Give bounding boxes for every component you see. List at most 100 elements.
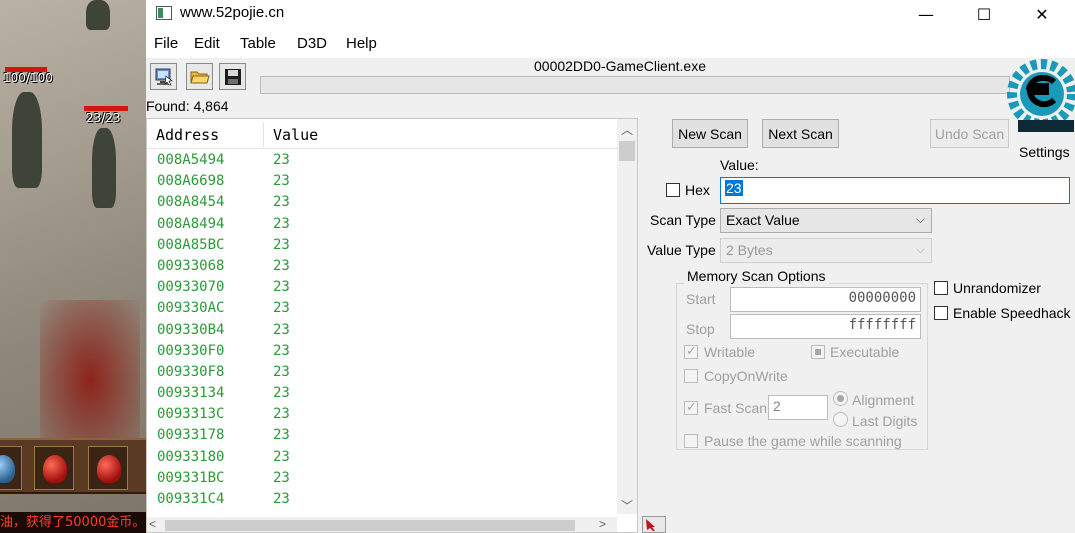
potion-slot[interactable] (34, 446, 74, 490)
table-row[interactable]: 008A6698 23 (147, 171, 617, 192)
column-divider[interactable] (263, 123, 264, 147)
add-address-icon[interactable] (642, 516, 666, 533)
scroll-down-icon[interactable]: ﹀ (617, 497, 637, 515)
value-input[interactable]: 23 (720, 177, 1070, 204)
copy-on-write-checkbox[interactable] (684, 369, 698, 383)
scroll-up-icon[interactable]: ︿ (617, 121, 637, 139)
scroll-right-icon[interactable]: > (599, 517, 606, 531)
stop-address-input[interactable]: ffffffff (730, 314, 921, 339)
table-row[interactable]: 009330AC 23 (147, 298, 617, 319)
row-value: 23 (273, 173, 290, 190)
scroll-thumb[interactable] (619, 141, 635, 161)
menu-edit[interactable]: Edit (194, 35, 220, 52)
row-address: 009330AC (157, 300, 225, 317)
row-value: 23 (273, 152, 290, 168)
hex-checkbox[interactable] (666, 183, 680, 197)
executable-checkbox[interactable] (811, 345, 825, 359)
enemy-hp-text: 23/23 (86, 111, 121, 125)
writable-checkbox[interactable] (684, 343, 698, 359)
table-row[interactable]: 0093313C 23 (147, 404, 617, 425)
minimize-button[interactable]: — (903, 0, 949, 28)
results-header: Address Value (147, 119, 617, 149)
row-address: 008A5494 (157, 152, 225, 168)
value-input-text: 23 (725, 180, 743, 196)
row-address: 009331C4 (157, 491, 225, 507)
table-row[interactable]: 009330B4 23 (147, 320, 617, 341)
table-row[interactable]: 00933068 23 (147, 256, 617, 277)
process-title: 00002DD0-GameClient.exe (534, 58, 706, 74)
horizontal-scrollbar[interactable]: < > (147, 517, 617, 532)
table-row[interactable]: 008A5494 23 (147, 150, 617, 171)
row-value: 23 (273, 257, 290, 274)
table-row[interactable]: 00933180 23 (147, 447, 617, 468)
start-address-input[interactable]: 00000000 (730, 287, 921, 312)
menu-bar: File Edit Table D3D Help (146, 30, 1075, 58)
unrandomizer-checkbox[interactable] (934, 281, 948, 295)
cheat-engine-logo[interactable] (1006, 56, 1075, 138)
table-row[interactable]: 008A85BC 23 (147, 235, 617, 256)
cheat-engine-logo-icon (1007, 59, 1075, 132)
stop-label: Stop (686, 321, 715, 337)
table-row[interactable]: 009330F0 23 (147, 341, 617, 362)
undo-scan-button[interactable]: Undo Scan (930, 119, 1009, 148)
player-character (12, 92, 42, 188)
open-process-button[interactable] (150, 63, 177, 90)
arrow-pointer-icon (646, 519, 655, 531)
table-row[interactable]: 009331C4 23 (147, 489, 617, 510)
value-type-label: Value Type (647, 242, 716, 258)
table-row[interactable]: 009330F8 23 (147, 362, 617, 383)
pause-game-checkbox[interactable] (684, 434, 698, 448)
horizontal-scroll-thumb[interactable] (165, 520, 575, 531)
table-row[interactable]: 009331BC 23 (147, 468, 617, 489)
new-scan-button[interactable]: New Scan (672, 119, 748, 148)
row-value: 23 (273, 406, 290, 423)
potion-slot[interactable] (0, 446, 22, 490)
health-potion-icon (97, 455, 121, 483)
hex-label: Hex (685, 182, 710, 198)
menu-help[interactable]: Help (346, 35, 377, 52)
copy-on-write-label: CopyOnWrite (704, 368, 788, 384)
alignment-radio[interactable] (833, 391, 848, 406)
table-row[interactable]: 00933134 23 (147, 383, 617, 404)
toolbar: 00002DD0-GameClient.exe (146, 58, 1075, 98)
close-button[interactable]: ✕ (1019, 0, 1065, 28)
app-icon (156, 6, 172, 20)
row-address: 00933070 (157, 279, 225, 296)
save-button[interactable] (219, 63, 246, 90)
floppy-disk-icon (224, 68, 241, 85)
fast-scan-input[interactable]: 2 (768, 395, 828, 420)
menu-table[interactable]: Table (240, 35, 276, 52)
speedhack-checkbox[interactable] (934, 306, 948, 320)
unrandomizer-label: Unrandomizer (953, 280, 1041, 296)
enemy-character (92, 128, 116, 208)
menu-d3d[interactable]: D3D (297, 35, 327, 52)
value-type-select[interactable]: 2 Bytes ⌵ (720, 238, 932, 263)
row-address: 009330F0 (157, 342, 225, 359)
vertical-scrollbar[interactable]: ︿ ﹀ (617, 119, 637, 514)
column-value[interactable]: Value (273, 126, 318, 144)
column-address[interactable]: Address (156, 126, 219, 144)
row-address: 008A85BC (157, 236, 225, 253)
computer-icon (155, 68, 173, 85)
last-digits-radio[interactable] (833, 412, 848, 427)
row-value: 23 (273, 427, 290, 444)
settings-link[interactable]: Settings (1019, 144, 1070, 160)
table-row[interactable]: 008A8494 23 (147, 214, 617, 235)
potion-slot[interactable] (88, 446, 128, 490)
row-address: 009331BC (157, 469, 225, 486)
table-row[interactable]: 00933070 23 (147, 277, 617, 298)
open-file-button[interactable] (186, 63, 213, 90)
executable-label: Executable (830, 344, 900, 360)
game-message: 油，获得了50000金币。 (0, 512, 146, 533)
scan-type-select[interactable]: Exact Value ⌵ (720, 208, 932, 233)
maximize-button[interactable]: ☐ (961, 0, 1007, 28)
found-count: Found: 4,864 (146, 98, 229, 114)
table-row[interactable]: 008A8454 23 (147, 192, 617, 213)
menu-file[interactable]: File (154, 35, 178, 52)
fast-scan-checkbox[interactable] (684, 399, 698, 415)
scroll-left-icon[interactable]: < (149, 517, 156, 531)
next-scan-button[interactable]: Next Scan (762, 119, 839, 148)
row-address: 00933180 (157, 448, 225, 465)
row-value: 23 (273, 342, 290, 359)
table-row[interactable]: 00933178 23 (147, 425, 617, 446)
